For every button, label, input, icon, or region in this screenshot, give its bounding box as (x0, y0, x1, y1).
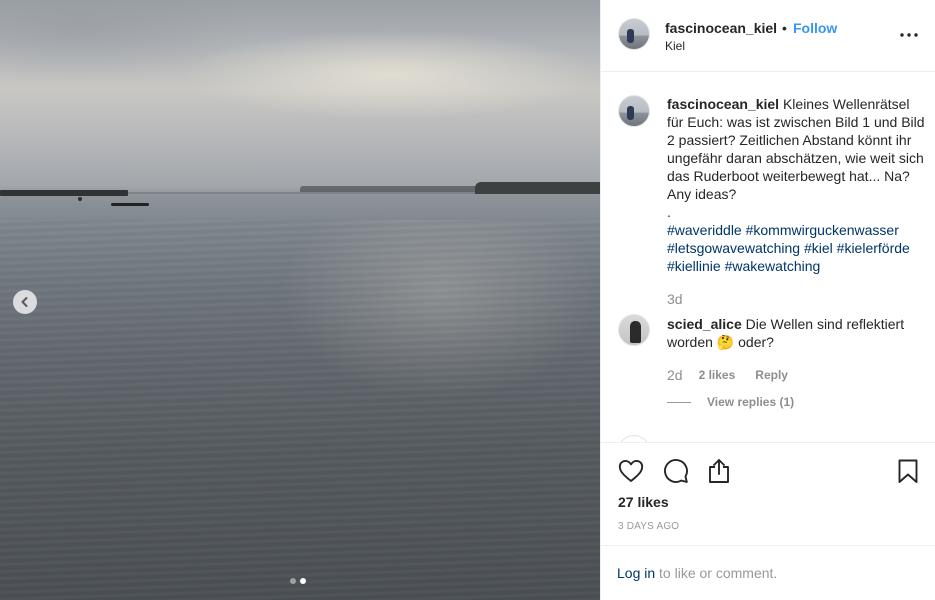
buoy (78, 197, 82, 201)
login-text: Log in to like or comment. (617, 565, 777, 581)
post-photo[interactable] (0, 0, 600, 600)
share-icon (709, 459, 729, 483)
likes-count[interactable]: 27 likes (618, 494, 669, 510)
login-suffix: to like or comment. (655, 565, 778, 581)
bookmark-icon (898, 459, 918, 483)
like-button[interactable] (617, 457, 645, 485)
comment-bubble-icon (664, 459, 688, 483)
login-link[interactable]: Log in (617, 565, 655, 581)
heart-icon (618, 459, 644, 482)
chevron-left-icon (21, 297, 28, 307)
caption: fascinocean_kiel Kleines Wellenrätsel fü… (667, 95, 929, 275)
action-bar (601, 442, 935, 500)
comment-time[interactable]: 2d (667, 367, 683, 383)
far-shore (300, 186, 480, 192)
comments-section[interactable]: fascinocean_kiel Kleines Wellenrätsel fü… (601, 73, 935, 442)
comment-likes[interactable]: 2 likes (699, 368, 736, 382)
separator-dot: • (782, 20, 787, 36)
rowing-boat (111, 203, 149, 206)
reply-button[interactable]: Reply (755, 368, 788, 382)
share-button[interactable] (705, 457, 733, 485)
more-horizontal-icon (900, 33, 918, 37)
carousel-indicator (290, 578, 306, 584)
sky-cloud (180, 30, 600, 120)
water-waves (0, 220, 600, 600)
carousel-dot (290, 578, 296, 584)
caption-avatar[interactable] (618, 95, 650, 127)
post-header: fascinocean_kiel • Follow Kiel (601, 0, 935, 72)
comment-avatar[interactable] (618, 314, 650, 346)
caption-dot: . (667, 204, 671, 220)
comment-username[interactable]: scied_alice (667, 316, 742, 332)
caption-time[interactable]: 3d (667, 291, 683, 307)
avatar[interactable] (618, 18, 650, 50)
caption-username[interactable]: fascinocean_kiel (667, 96, 779, 112)
follow-button[interactable]: Follow (793, 20, 837, 36)
pier (0, 190, 128, 196)
caption-hashtags[interactable]: #waveriddle #kommwirguckenwasser #letsgo… (667, 222, 910, 274)
view-replies-label: View replies (1) (707, 395, 795, 409)
post-username[interactable]: fascinocean_kiel (665, 20, 777, 36)
post-location[interactable]: Kiel (665, 39, 685, 53)
save-button[interactable] (894, 457, 922, 485)
next-comment-avatar (618, 435, 650, 442)
comment: scied_alice Die Wellen sind reflektiert … (667, 315, 929, 351)
shoreline-right (475, 182, 600, 194)
post-date[interactable]: 3 DAYS AGO (618, 521, 679, 532)
post-sidebar: fascinocean_kiel • Follow Kiel fascinoce… (600, 0, 935, 600)
comment-button[interactable] (662, 457, 690, 485)
login-prompt: Log in to like or comment. (601, 545, 935, 600)
view-replies-button[interactable]: View replies (1) (667, 395, 794, 409)
comment-meta: 2d 2 likes Reply (667, 367, 788, 383)
replies-divider (667, 401, 691, 403)
carousel-dot-active (300, 578, 306, 584)
more-options-button[interactable] (899, 25, 919, 45)
carousel-prev-button[interactable] (13, 290, 37, 314)
